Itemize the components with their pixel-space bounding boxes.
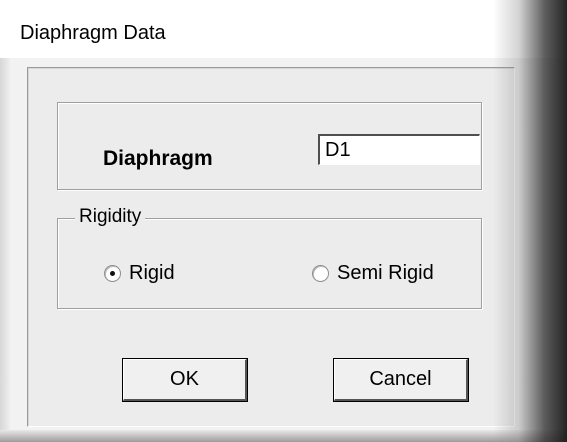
rigidity-group: Rigidity Rigid Semi Rigid [57,205,482,309]
radio-dot-icon [110,270,115,276]
window-title: Diaphragm Data [20,22,166,44]
diaphragm-input[interactable] [318,134,480,165]
rigidity-legend: Rigidity [75,205,146,229]
diaphragm-label: Diaphragm [103,147,213,170]
rigid-radio-option[interactable]: Rigid [104,262,175,284]
semi-rigid-label: Semi Rigid [337,262,434,284]
diaphragm-panel: Diaphragm [57,102,482,190]
rigid-label: Rigid [129,262,175,284]
cancel-button[interactable]: Cancel [333,358,469,402]
radio-selected-icon[interactable] [104,264,121,282]
title-bar: Diaphragm Data [0,0,567,58]
ok-button[interactable]: OK [122,358,248,402]
dialog-body: Diaphragm Rigidity Rigid Semi Rigid OK C… [27,67,515,427]
window-bottom-edge [0,430,567,442]
semi-rigid-radio-option[interactable]: Semi Rigid [312,262,434,284]
radio-unselected-icon[interactable] [312,264,329,282]
window-left-edge [0,58,10,442]
